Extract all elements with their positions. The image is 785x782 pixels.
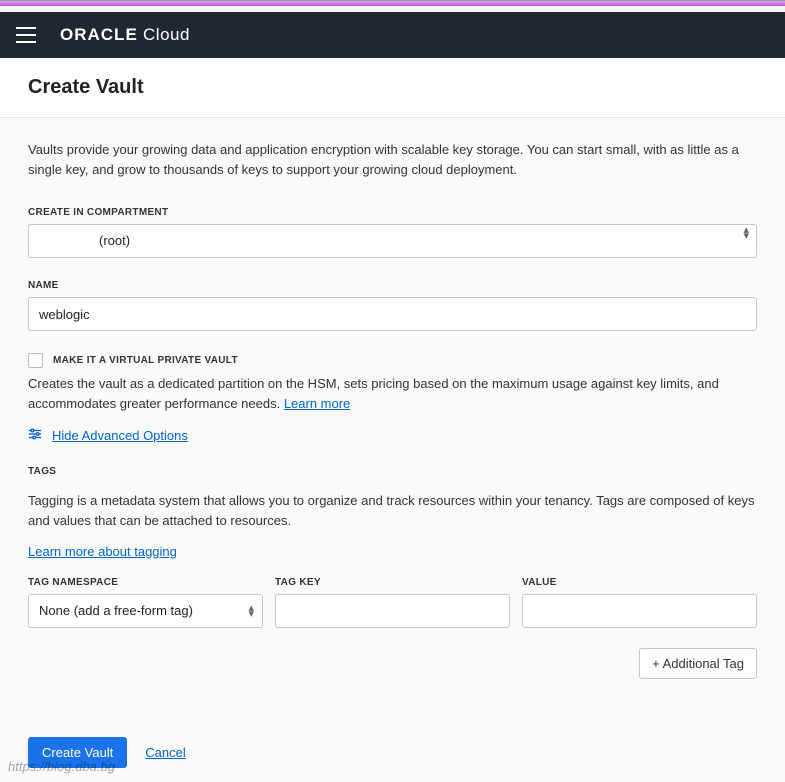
vpv-checkbox-row: MAKE IT A VIRTUAL PRIVATE VAULT xyxy=(28,353,757,368)
compartment-label: CREATE IN COMPARTMENT xyxy=(28,207,757,218)
advanced-toggle-row[interactable]: Hide Advanced Options xyxy=(28,427,757,444)
compartment-field: CREATE IN COMPARTMENT (root) ▴▾ xyxy=(28,207,757,258)
name-field: NAME xyxy=(28,280,757,331)
tag-namespace-select[interactable]: None (add a free-form tag) ▴▾ xyxy=(28,594,263,628)
tags-heading: TAGS xyxy=(28,466,757,477)
form-content: Vaults provide your growing data and app… xyxy=(0,118,785,737)
tag-key-col: TAG KEY xyxy=(275,577,510,628)
select-arrows-icon: ▴▾ xyxy=(743,227,749,239)
vpv-helper-text: Creates the vault as a dedicated partiti… xyxy=(28,376,719,411)
select-arrows-icon: ▴▾ xyxy=(248,605,254,617)
tag-value-col: VALUE xyxy=(522,577,757,628)
tag-key-input[interactable] xyxy=(275,594,510,628)
tag-value-input[interactable] xyxy=(522,594,757,628)
name-input[interactable] xyxy=(28,297,757,331)
footer-actions: Create Vault Cancel https://blog.dba.bg xyxy=(0,737,785,782)
tag-key-label: TAG KEY xyxy=(275,577,510,588)
tag-namespace-value: None (add a free-form tag) xyxy=(39,603,193,618)
add-tag-row: + Additional Tag xyxy=(28,648,757,679)
brand-logo: ORACLE Cloud xyxy=(60,25,190,45)
tag-namespace-col: TAG NAMESPACE None (add a free-form tag)… xyxy=(28,577,263,628)
sliders-icon xyxy=(28,427,42,444)
cancel-button[interactable]: Cancel xyxy=(145,745,185,760)
name-label: NAME xyxy=(28,280,757,291)
tags-desc: Tagging is a metadata system that allows… xyxy=(28,491,757,530)
create-vault-button[interactable]: Create Vault xyxy=(28,737,127,768)
intro-text: Vaults provide your growing data and app… xyxy=(28,140,757,179)
compartment-value: (root) xyxy=(99,233,130,248)
page-title-bar: Create Vault xyxy=(0,58,785,118)
brand-bold: ORACLE xyxy=(60,25,138,44)
tag-value-label: VALUE xyxy=(522,577,757,588)
vpv-checkbox-label: MAKE IT A VIRTUAL PRIVATE VAULT xyxy=(53,355,238,366)
advanced-toggle-link[interactable]: Hide Advanced Options xyxy=(52,428,188,443)
page-title: Create Vault xyxy=(28,76,757,99)
add-tag-button[interactable]: + Additional Tag xyxy=(639,648,757,679)
tags-learn-more-link[interactable]: Learn more about tagging xyxy=(28,544,177,559)
vpv-learn-more-link[interactable]: Learn more xyxy=(284,396,350,411)
vpv-checkbox[interactable] xyxy=(28,353,43,368)
compartment-select[interactable]: (root) ▴▾ xyxy=(28,224,757,258)
tag-namespace-label: TAG NAMESPACE xyxy=(28,577,263,588)
app-header: ORACLE Cloud xyxy=(0,12,785,58)
vpv-helper: Creates the vault as a dedicated partiti… xyxy=(28,374,757,413)
menu-icon[interactable] xyxy=(16,27,36,43)
brand-light: Cloud xyxy=(143,25,190,44)
tag-columns: TAG NAMESPACE None (add a free-form tag)… xyxy=(28,577,757,628)
